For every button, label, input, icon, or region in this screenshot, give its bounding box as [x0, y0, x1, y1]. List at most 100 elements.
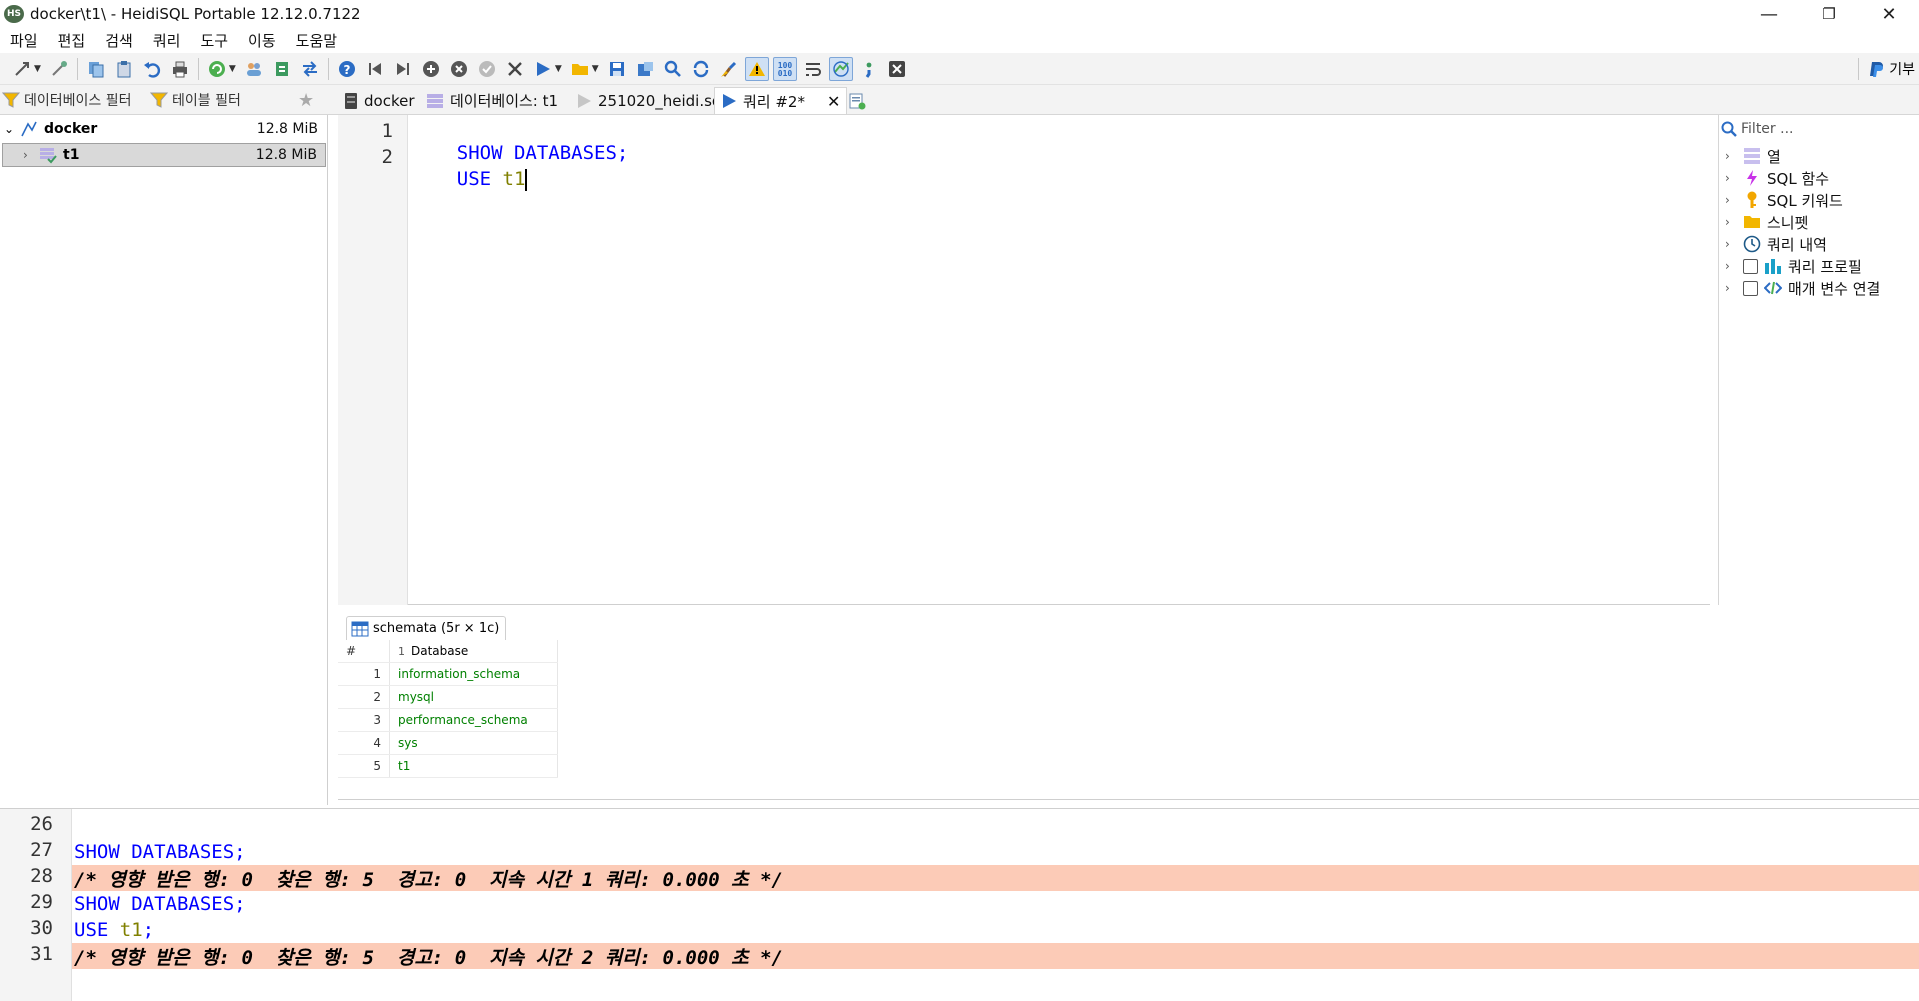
minimize-button[interactable]: —	[1739, 0, 1799, 28]
row-number: 5	[338, 755, 390, 777]
helper-item-query-profile[interactable]: › 쿼리 프로필	[1725, 255, 1862, 277]
database-filter[interactable]: 데이터베이스 필터	[2, 88, 150, 112]
save-as-snippet-icon[interactable]	[633, 57, 657, 81]
connect-icon[interactable]	[10, 57, 34, 81]
open-file-icon[interactable]	[568, 57, 592, 81]
refresh-icon[interactable]	[205, 57, 229, 81]
cell-database[interactable]: information_schema	[390, 663, 558, 685]
bind-params-checkbox[interactable]	[1743, 280, 1758, 296]
helper-item-sql-functions[interactable]: › SQL 함수	[1725, 167, 1829, 189]
binary-mode-icon[interactable]: 100 010	[772, 56, 797, 81]
editor-gutter: 1 2	[338, 115, 408, 605]
folder-icon	[1743, 213, 1761, 231]
row-number: 3	[338, 709, 390, 731]
tab-docker[interactable]: docker	[338, 87, 421, 114]
help-icon[interactable]: ?	[335, 57, 359, 81]
table-row[interactable]: 4 sys	[338, 732, 558, 755]
last-record-icon[interactable]	[391, 57, 415, 81]
chevron-right-icon[interactable]: ›	[1725, 281, 1737, 295]
copy-icon[interactable]	[84, 57, 108, 81]
result-tab-schemata[interactable]: schemata (5r × 1c)	[346, 616, 507, 640]
menu-edit[interactable]: 편집	[48, 30, 96, 51]
disconnect-icon[interactable]	[47, 57, 71, 81]
print-icon[interactable]	[168, 57, 192, 81]
table-row[interactable]: 3 performance_schema	[338, 709, 558, 732]
table-icon	[351, 621, 369, 636]
helper-item-columns[interactable]: › 열	[1725, 145, 1781, 167]
chevron-down-icon[interactable]: ▼	[34, 64, 41, 74]
word-wrap-icon[interactable]	[801, 57, 825, 81]
table-row[interactable]: 1 information_schema	[338, 663, 558, 686]
helpers-filter-input[interactable]: Filter ...	[1721, 117, 1917, 141]
tree-node-docker[interactable]: ⌄ docker 12.8 MiB	[0, 117, 326, 141]
cell-database[interactable]: mysql	[390, 686, 558, 708]
menu-go[interactable]: 이동	[238, 30, 286, 51]
semicolon-icon[interactable]	[857, 57, 881, 81]
clear-icon[interactable]	[717, 57, 741, 81]
tab-query-2[interactable]: 쿼리 #2* ✕	[714, 87, 848, 114]
paste-icon[interactable]	[112, 57, 136, 81]
cell-database[interactable]: performance_schema	[390, 709, 558, 731]
cancel-edit-icon[interactable]	[503, 57, 527, 81]
query-profile-checkbox[interactable]	[1743, 258, 1758, 274]
editor-line[interactable]: USE t1	[411, 146, 528, 213]
save-icon[interactable]	[605, 57, 629, 81]
helper-item-sql-keywords[interactable]: › SQL 키워드	[1725, 189, 1843, 211]
post-record-icon[interactable]	[475, 57, 499, 81]
delete-record-icon[interactable]	[447, 57, 471, 81]
chevron-down-icon[interactable]: ▼	[555, 64, 562, 74]
new-query-tab-button[interactable]	[842, 87, 872, 114]
funnel-icon	[150, 92, 168, 108]
donate-button[interactable]: 기부	[1854, 57, 1915, 81]
chevron-right-icon[interactable]: ›	[1725, 171, 1737, 185]
undo-icon[interactable]	[140, 57, 164, 81]
tab-database-t1[interactable]: 데이터베이스: t1	[420, 87, 564, 114]
cell-database[interactable]: sys	[390, 732, 558, 754]
first-record-icon[interactable]	[363, 57, 387, 81]
sql-keyword: USE	[456, 168, 503, 190]
auto-refresh-icon[interactable]	[828, 56, 853, 81]
table-filter[interactable]: 테이블 필터	[150, 88, 290, 112]
chevron-right-icon[interactable]: ›	[1725, 215, 1737, 229]
replace-icon[interactable]	[689, 57, 713, 81]
tree-node-t1[interactable]: › t1 12.8 MiB	[2, 143, 326, 167]
menu-query[interactable]: 쿼리	[143, 30, 191, 51]
maximize-button[interactable]: ❐	[1799, 0, 1859, 28]
chevron-down-icon[interactable]: ⌄	[4, 122, 18, 136]
chevron-right-icon[interactable]: ›	[1725, 237, 1737, 251]
warnings-icon[interactable]	[744, 56, 769, 81]
tab-sql-file[interactable]: 251020_heidi.sql	[570, 87, 732, 114]
chevron-right-icon[interactable]: ›	[1725, 259, 1737, 273]
sql-editor[interactable]: 1 2 SHOW DATABASES; USE t1	[338, 115, 1710, 605]
new-tab-icon	[849, 93, 866, 109]
menu-help[interactable]: 도움말	[286, 30, 347, 51]
menu-search[interactable]: 검색	[95, 30, 143, 51]
insert-record-icon[interactable]	[419, 57, 443, 81]
favorites-star-icon[interactable]: ★	[298, 88, 322, 112]
chevron-right-icon[interactable]: ›	[1725, 149, 1737, 163]
execute-query-icon[interactable]	[531, 57, 555, 81]
menu-tools[interactable]: 도구	[190, 30, 238, 51]
chevron-down-icon[interactable]: ▼	[229, 64, 236, 74]
table-row[interactable]: 5 t1	[338, 755, 558, 778]
sql-identifier: t1	[119, 919, 143, 941]
user-manager-icon[interactable]	[242, 57, 266, 81]
helper-item-bind-params[interactable]: › 매개 변수 연결	[1725, 277, 1880, 299]
import-icon[interactable]	[270, 57, 294, 81]
menu-file[interactable]: 파일	[0, 30, 48, 51]
find-icon[interactable]	[661, 57, 685, 81]
close-button[interactable]: ✕	[1859, 0, 1919, 28]
close-tab-x-icon[interactable]: ✕	[827, 92, 840, 111]
chevron-right-icon[interactable]: ›	[23, 148, 37, 162]
helper-item-snippets[interactable]: › 스니펫	[1725, 211, 1808, 233]
chevron-right-icon[interactable]: ›	[1725, 193, 1737, 207]
sql-log[interactable]: 26 27 28 29 30 31 SHOW DATABASES; /* 영향 …	[0, 808, 1919, 1001]
close-tab-icon[interactable]	[885, 57, 909, 81]
chevron-down-icon[interactable]: ▼	[592, 64, 599, 74]
column-header-database[interactable]: 1 Database	[390, 640, 558, 662]
export-icon[interactable]	[298, 57, 322, 81]
table-row[interactable]: 2 mysql	[338, 686, 558, 709]
row-number: 1	[338, 663, 390, 685]
helper-item-query-history[interactable]: › 쿼리 내역	[1725, 233, 1827, 255]
cell-database[interactable]: t1	[390, 755, 558, 777]
